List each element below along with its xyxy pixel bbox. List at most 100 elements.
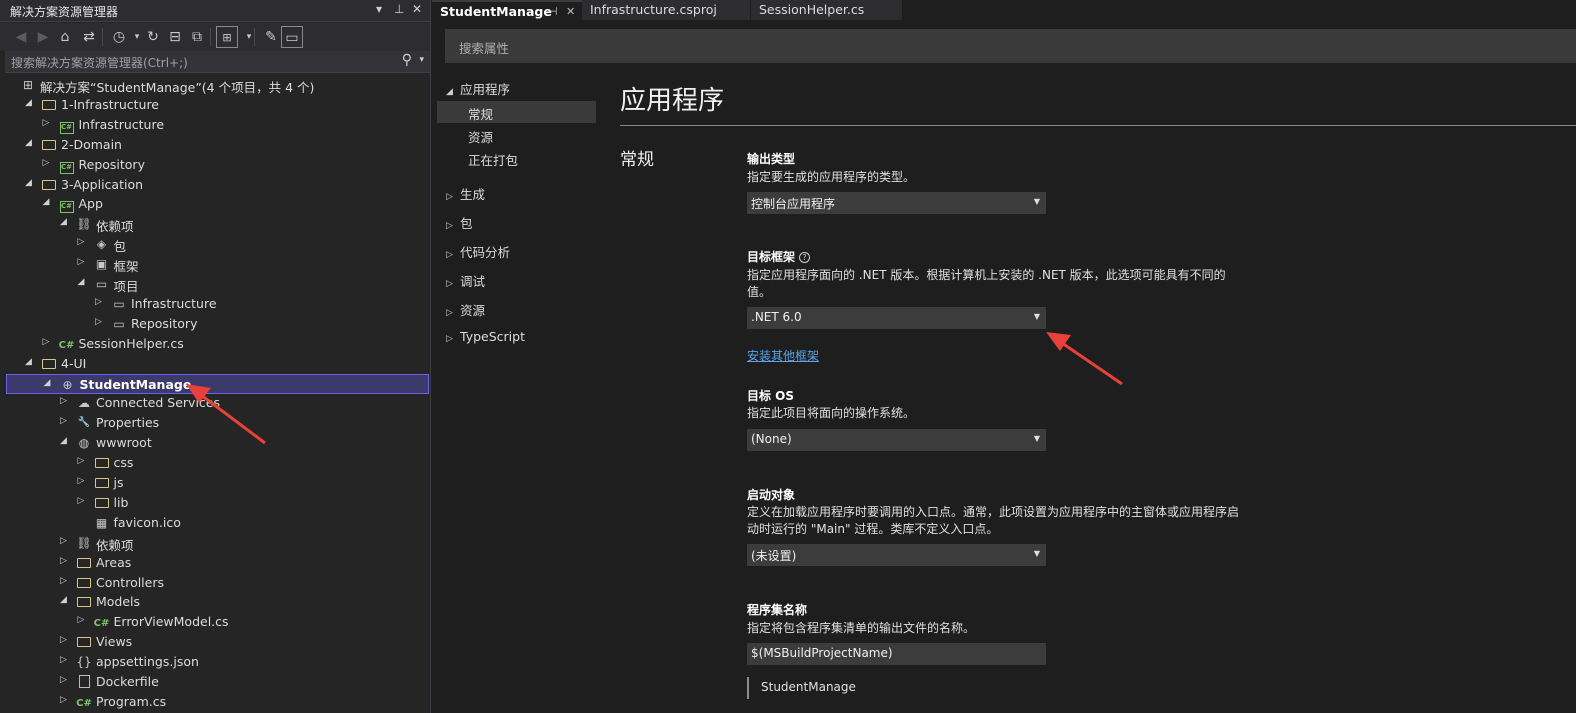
tree-item[interactable]: ▷ Controllers — [0, 573, 430, 593]
expand-arrow-icon[interactable]: ▷ — [59, 536, 69, 546]
nav-item[interactable]: ▷ TypeScript — [446, 329, 525, 344]
expand-arrow-icon[interactable]: ▷ — [76, 615, 86, 625]
back-icon[interactable]: ◀ — [10, 26, 32, 48]
search-properties-box[interactable]: 搜索属性 — [445, 29, 1576, 63]
tree-item[interactable]: ▷ C# ErrorViewModel.cs — [0, 612, 430, 632]
expand-arrow-icon[interactable]: ▷ — [76, 496, 86, 506]
tree-item[interactable]: ▷ ⛓ 依赖项 — [0, 533, 430, 553]
tree-item[interactable]: ▷ ▭ Repository — [0, 314, 430, 334]
tree-item[interactable]: ◢ ▭ 项目 — [0, 274, 430, 294]
tree-item[interactable]: ▷ C# Infrastructure — [0, 115, 430, 135]
close-icon[interactable]: ✕ — [412, 2, 422, 16]
expand-arrow-icon[interactable]: ▷ — [94, 317, 104, 327]
tree-item[interactable]: ▷ C# SessionHelper.cs — [0, 334, 430, 354]
tree-item[interactable]: ◢ ⛓ 依赖项 — [0, 214, 430, 234]
collapse-arrow-icon[interactable]: ◢ — [24, 178, 34, 188]
nav-item[interactable]: ▷ 代码分析 — [446, 242, 510, 261]
expand-arrow-icon[interactable]: ▷ — [59, 576, 69, 586]
expand-arrow-icon[interactable]: ▷ — [41, 118, 51, 128]
target-os-select[interactable]: (None) ▼ — [747, 429, 1046, 451]
collapse-arrow-icon[interactable]: ◢ — [59, 436, 69, 446]
tree-item[interactable]: ▷ Views — [0, 632, 430, 652]
help-info-icon[interactable]: ? — [799, 252, 811, 263]
properties-view-icon[interactable]: ⊞ — [216, 26, 238, 48]
forward-icon[interactable]: ▶ — [32, 26, 54, 48]
properties-wrench-icon[interactable]: ✎ — [260, 26, 282, 48]
home-icon[interactable]: ⌂ — [54, 26, 76, 48]
tree-item[interactable]: ▷ C# Program.cs — [0, 692, 430, 712]
expand-arrow-icon[interactable]: ▷ — [76, 237, 86, 247]
tree-item[interactable]: ◢ 4-UI — [0, 354, 430, 374]
expand-arrow-icon[interactable]: ▷ — [59, 655, 69, 665]
collapse-arrow-icon[interactable]: ◢ — [41, 197, 51, 207]
expand-arrow-icon[interactable]: ▷ — [94, 297, 104, 307]
tab-close-icon[interactable]: ✕ — [566, 2, 575, 21]
tree-item[interactable]: ▷ ▭ Infrastructure — [0, 294, 430, 314]
expand-arrow-icon[interactable]: ▷ — [76, 257, 86, 267]
collapse-arrow-icon[interactable]: ◢ — [24, 138, 34, 148]
tree-item[interactable]: ▷ lib — [0, 493, 430, 513]
nav-item[interactable]: ▷ 资源 — [446, 300, 485, 319]
tree-item[interactable]: ▷ css — [0, 453, 430, 473]
expand-arrow-icon[interactable]: ▷ — [76, 476, 86, 486]
tree-item[interactable]: ⊞ 解决方案“StudentManage”(4 个项目，共 4 个) — [0, 75, 430, 95]
tree-item[interactable]: ▷ js — [0, 473, 430, 493]
expand-arrow-icon[interactable]: ▷ — [76, 456, 86, 466]
pin-icon[interactable]: ⊥ — [394, 2, 404, 16]
tab-sessionhelper-cs[interactable]: SessionHelper.cs — [751, 0, 902, 20]
tree-item[interactable]: ▷ 🔧 Properties — [0, 413, 430, 433]
preview-selected-items-icon[interactable]: ▭ — [281, 26, 303, 48]
tree-item[interactable]: ▷ C# Repository — [0, 155, 430, 175]
tree-item[interactable]: ▷ ☁ Connected Services — [0, 393, 430, 413]
expand-arrow-icon[interactable]: ▷ — [41, 337, 51, 347]
tree-item[interactable]: ◢ Models — [0, 592, 430, 612]
sync-icon[interactable]: ↻ — [142, 26, 164, 48]
expand-arrow-icon[interactable]: ▷ — [41, 158, 51, 168]
nav-item[interactable]: ▷ 生成 — [446, 184, 485, 203]
collapse-arrow-icon[interactable]: ◢ — [42, 378, 52, 388]
expand-arrow-icon[interactable]: ▷ — [59, 556, 69, 566]
tree-item[interactable]: ◢ 1-Infrastructure — [0, 95, 430, 115]
nav-item[interactable]: ◢ 应用程序 — [446, 79, 510, 98]
tree-item[interactable]: ▷ Areas — [0, 553, 430, 573]
nav-item[interactable]: 资源 — [468, 127, 493, 146]
expand-arrow-icon[interactable]: ▷ — [59, 675, 69, 685]
show-all-files-icon[interactable]: ⧉ — [186, 26, 208, 48]
nav-item[interactable]: ▷ 包 — [446, 213, 473, 232]
collapse-arrow-icon[interactable]: ◢ — [24, 357, 34, 367]
nav-item[interactable]: 正在打包 — [468, 150, 518, 169]
window-position-dropdown-icon[interactable]: ▾ — [376, 2, 382, 16]
tab-pin-icon[interactable]: ⊣ — [548, 2, 558, 21]
tree-item[interactable]: ▷ {} appsettings.json — [0, 652, 430, 672]
target-framework-select[interactable]: .NET 6.0 ▼ — [747, 307, 1046, 329]
assembly-name-input[interactable]: $(MSBuildProjectName) — [747, 643, 1046, 665]
tree-item[interactable]: ▷ ◈ 包 — [0, 234, 430, 254]
collapse-arrow-icon[interactable]: ◢ — [24, 98, 34, 108]
tab-infrastructure-csproj[interactable]: Infrastructure.csproj — [582, 0, 750, 20]
tree-item[interactable]: ◢ 3-Application — [0, 175, 430, 195]
tree-item[interactable]: ◢ 2-Domain — [0, 135, 430, 155]
collapse-all-icon[interactable]: ⊟ — [164, 26, 186, 48]
expand-arrow-icon[interactable]: ▷ — [59, 396, 69, 406]
search-options-dropdown-icon[interactable]: ▾ — [419, 55, 424, 65]
expand-arrow-icon[interactable]: ▷ — [59, 695, 69, 705]
nav-item[interactable]: 常规 — [468, 104, 493, 123]
expand-arrow-icon[interactable]: ▷ — [59, 635, 69, 645]
tree-item[interactable]: ◢ ◍ wwwroot — [0, 433, 430, 453]
startup-object-select[interactable]: (未设置) ▼ — [747, 544, 1046, 566]
tree-item[interactable]: ▦ favicon.ico — [0, 513, 430, 533]
tree-item[interactable]: ▷ ▣ 框架 — [0, 254, 430, 274]
collapse-arrow-icon[interactable]: ◢ — [76, 277, 86, 287]
tab-studentmanage[interactable]: StudentManage ⊣ ✕ — [432, 0, 582, 20]
tree-item[interactable]: ▷ Dockerfile — [0, 672, 430, 692]
install-other-frameworks-link[interactable]: 安装其他框架 — [747, 347, 819, 364]
tree-item[interactable]: ◢ ⊕ StudentManage — [6, 373, 429, 394]
solution-search-box[interactable]: 搜索解决方案资源管理器(Ctrl+;) ⚲ ▾ — [5, 51, 430, 73]
nav-item[interactable]: ▷ 调试 — [446, 271, 485, 290]
collapse-arrow-icon[interactable]: ◢ — [59, 595, 69, 605]
expand-arrow-icon[interactable]: ▷ — [59, 416, 69, 426]
tree-item[interactable]: ◢ C# App — [0, 194, 430, 214]
view-dropdown-icon[interactable]: ▾ — [238, 26, 260, 48]
search-icon[interactable]: ⚲ — [402, 52, 412, 68]
output-type-select[interactable]: 控制台应用程序 ▼ — [747, 192, 1046, 214]
